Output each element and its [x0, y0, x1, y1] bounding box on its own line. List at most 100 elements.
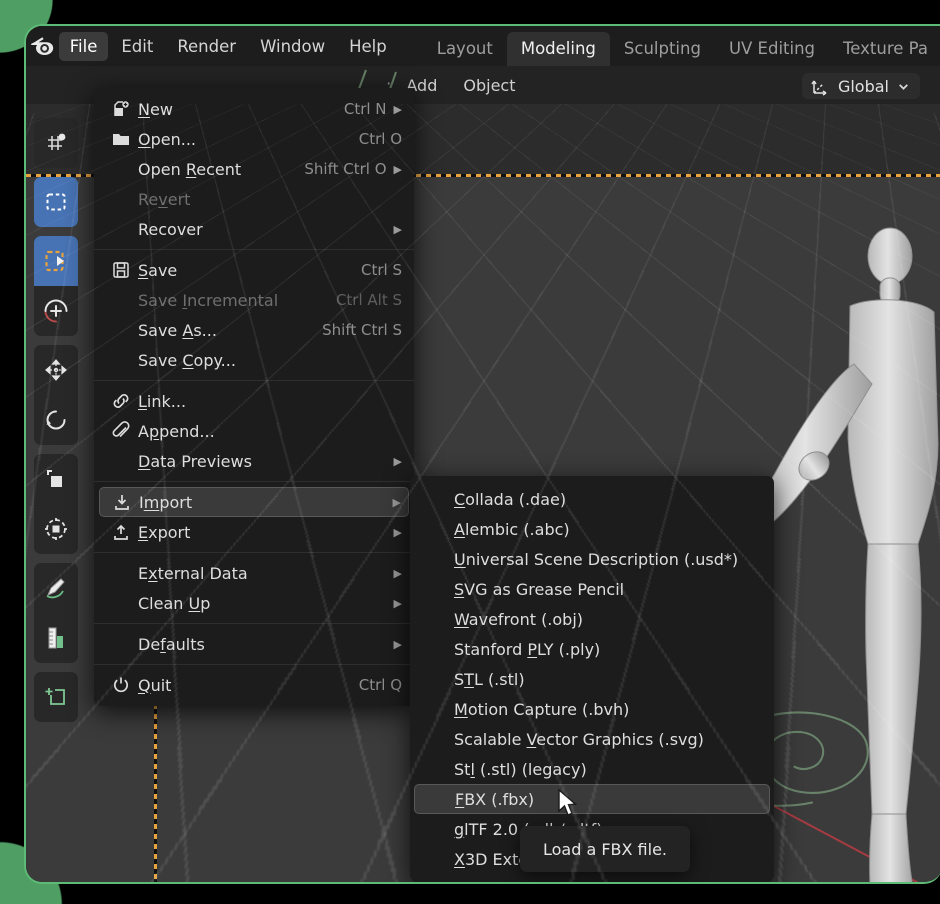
file-menu-item-clean-up[interactable]: Clean Up▶ — [94, 588, 414, 618]
file-menu-dropdown[interactable]: NewCtrl N▶Open...Ctrl OOpen RecentShift … — [94, 88, 414, 706]
tooltip-text: Load a FBX file. — [543, 840, 667, 859]
menu-item-label: Defaults — [138, 635, 387, 654]
menu-separator — [94, 623, 414, 624]
measure-icon[interactable] — [34, 613, 78, 663]
menu-window[interactable]: Window — [249, 32, 336, 61]
menu-item-label: Append... — [138, 422, 402, 441]
menu-item-label: Data Previews — [138, 452, 387, 471]
menu-item-label: Wavefront (.obj) — [454, 610, 762, 629]
menu-item-label: FBX (.fbx) — [455, 790, 762, 809]
menu-bar[interactable]: FileEditRenderWindowHelp — [58, 26, 399, 66]
file-menu-item-save-as[interactable]: Save As...Shift Ctrl S — [94, 315, 414, 345]
import-menu-item-universal-scene-description-usd[interactable]: Universal Scene Description (.usd*) — [410, 544, 774, 574]
cursor-3d-icon[interactable] — [34, 286, 78, 336]
file-menu-item-external-data[interactable]: External Data▶ — [94, 558, 414, 588]
menu-item-label: Open Recent — [138, 160, 290, 179]
file-menu-item-export[interactable]: Export▶ — [94, 517, 414, 547]
transform-orientation-dropdown[interactable]: Global — [802, 73, 920, 99]
menu-render[interactable]: Render — [166, 32, 247, 61]
header-menu-object[interactable]: Object — [450, 73, 528, 98]
menu-item-label: External Data — [138, 564, 387, 583]
move-region-icon[interactable] — [34, 236, 78, 286]
annotate-icon[interactable] — [34, 563, 78, 613]
menu-item-label: Recover — [138, 220, 387, 239]
import-menu-item-svg-as-grease-pencil[interactable]: SVG as Grease Pencil — [410, 574, 774, 604]
submenu-arrow-icon: ▶ — [387, 526, 402, 539]
import-menu-item-wavefront-obj[interactable]: Wavefront (.obj) — [410, 604, 774, 634]
file-menu-item-new[interactable]: NewCtrl N▶ — [94, 94, 414, 124]
link-icon — [104, 391, 138, 411]
blender-window: FileEditRenderWindowHelp LayoutModelingS… — [24, 24, 940, 884]
tab-modeling[interactable]: Modeling — [507, 32, 610, 66]
menu-item-label: Save Copy... — [138, 351, 402, 370]
tab-texture-pa[interactable]: Texture Pa — [829, 32, 940, 66]
file-menu-item-save[interactable]: SaveCtrl S — [94, 255, 414, 285]
menu-item-label: Motion Capture (.bvh) — [454, 700, 762, 719]
menu-item-label: Quit — [138, 676, 345, 695]
import-menu-item-alembic-abc[interactable]: Alembic (.abc) — [410, 514, 774, 544]
menu-item-label: Clean Up — [138, 594, 387, 613]
menu-separator — [94, 664, 414, 665]
file-menu-item-recover[interactable]: Recover▶ — [94, 214, 414, 244]
menu-item-label: Link... — [138, 392, 402, 411]
file-menu-item-revert: Revert — [94, 184, 414, 214]
import-menu-item-stanford-ply-ply[interactable]: Stanford PLY (.ply) — [410, 634, 774, 664]
file-menu-item-import[interactable]: Import▶ — [99, 487, 409, 517]
move-icon[interactable] — [34, 345, 78, 395]
menu-item-shortcut: Shift Ctrl S — [308, 321, 402, 339]
menu-item-label: Stl (.stl) (legacy) — [454, 760, 762, 779]
menu-item-shortcut: Shift Ctrl O — [290, 160, 386, 178]
add-cube-icon[interactable] — [34, 672, 78, 722]
submenu-arrow-icon: ▶ — [387, 103, 402, 116]
file-menu-item-open-recent[interactable]: Open RecentShift Ctrl O▶ — [94, 154, 414, 184]
import-submenu[interactable]: Collada (.dae)Alembic (.abc)Universal Sc… — [410, 476, 774, 882]
scale-icon[interactable] — [34, 454, 78, 504]
blender-logo-icon[interactable] — [26, 26, 58, 66]
tab-layout[interactable]: Layout — [423, 32, 507, 66]
tab-uv-editing[interactable]: UV Editing — [715, 32, 829, 66]
append-clip-icon — [104, 421, 138, 441]
menu-item-label: Save Incremental — [138, 291, 322, 310]
transform-icon[interactable] — [34, 504, 78, 554]
menu-item-shortcut: Ctrl Q — [345, 676, 402, 694]
toolbar-group — [34, 345, 78, 445]
submenu-arrow-icon: ▶ — [387, 638, 402, 651]
tab-sculpting[interactable]: Sculpting — [610, 32, 715, 66]
import-menu-item-motion-capture-bvh[interactable]: Motion Capture (.bvh) — [410, 694, 774, 724]
menu-separator — [94, 481, 414, 482]
submenu-arrow-icon: ▶ — [387, 163, 402, 176]
menu-item-shortcut: Ctrl O — [345, 130, 402, 148]
menu-item-shortcut: Ctrl Alt S — [322, 291, 402, 309]
rotate-icon[interactable] — [34, 395, 78, 445]
import-menu-item-scalable-vector-graphics-svg[interactable]: Scalable Vector Graphics (.svg) — [410, 724, 774, 754]
import-menu-item-stl-stl-legacy[interactable]: Stl (.stl) (legacy) — [410, 754, 774, 784]
screenshot-root: FileEditRenderWindowHelp LayoutModelingS… — [0, 0, 940, 904]
file-menu-item-open[interactable]: Open...Ctrl O — [94, 124, 414, 154]
submenu-arrow-icon: ▶ — [387, 223, 402, 236]
open-folder-icon — [104, 129, 138, 149]
toolbar-group — [34, 236, 78, 336]
workspace-tabs[interactable]: LayoutModelingSculptingUV EditingTexture… — [423, 26, 940, 66]
menu-item-shortcut: Ctrl N — [330, 100, 387, 118]
menu-edit[interactable]: Edit — [110, 32, 164, 61]
file-menu-item-data-previews[interactable]: Data Previews▶ — [94, 446, 414, 476]
tweak-cursor-icon[interactable] — [34, 118, 78, 168]
toolbar[interactable] — [34, 118, 78, 731]
menu-separator — [94, 380, 414, 381]
import-menu-item-fbx-fbx[interactable]: FBX (.fbx) — [414, 784, 770, 814]
toolbar-group — [34, 454, 78, 554]
menu-item-label: Open... — [138, 130, 345, 149]
menu-item-label: Save As... — [138, 321, 308, 340]
import-menu-item-collada-dae[interactable]: Collada (.dae) — [410, 484, 774, 514]
file-menu-item-append[interactable]: Append... — [94, 416, 414, 446]
file-menu-item-quit[interactable]: QuitCtrl Q — [94, 670, 414, 700]
file-menu-item-defaults[interactable]: Defaults▶ — [94, 629, 414, 659]
menu-item-label: Revert — [138, 190, 402, 209]
file-menu-item-save-copy[interactable]: Save Copy... — [94, 345, 414, 375]
file-menu-item-link[interactable]: Link... — [94, 386, 414, 416]
menu-help[interactable]: Help — [338, 32, 398, 61]
select-box-icon[interactable] — [34, 177, 78, 227]
import-menu-item-stl-stl[interactable]: STL (.stl) — [410, 664, 774, 694]
menu-file[interactable]: File — [59, 32, 109, 61]
menu-item-label: New — [138, 100, 330, 119]
